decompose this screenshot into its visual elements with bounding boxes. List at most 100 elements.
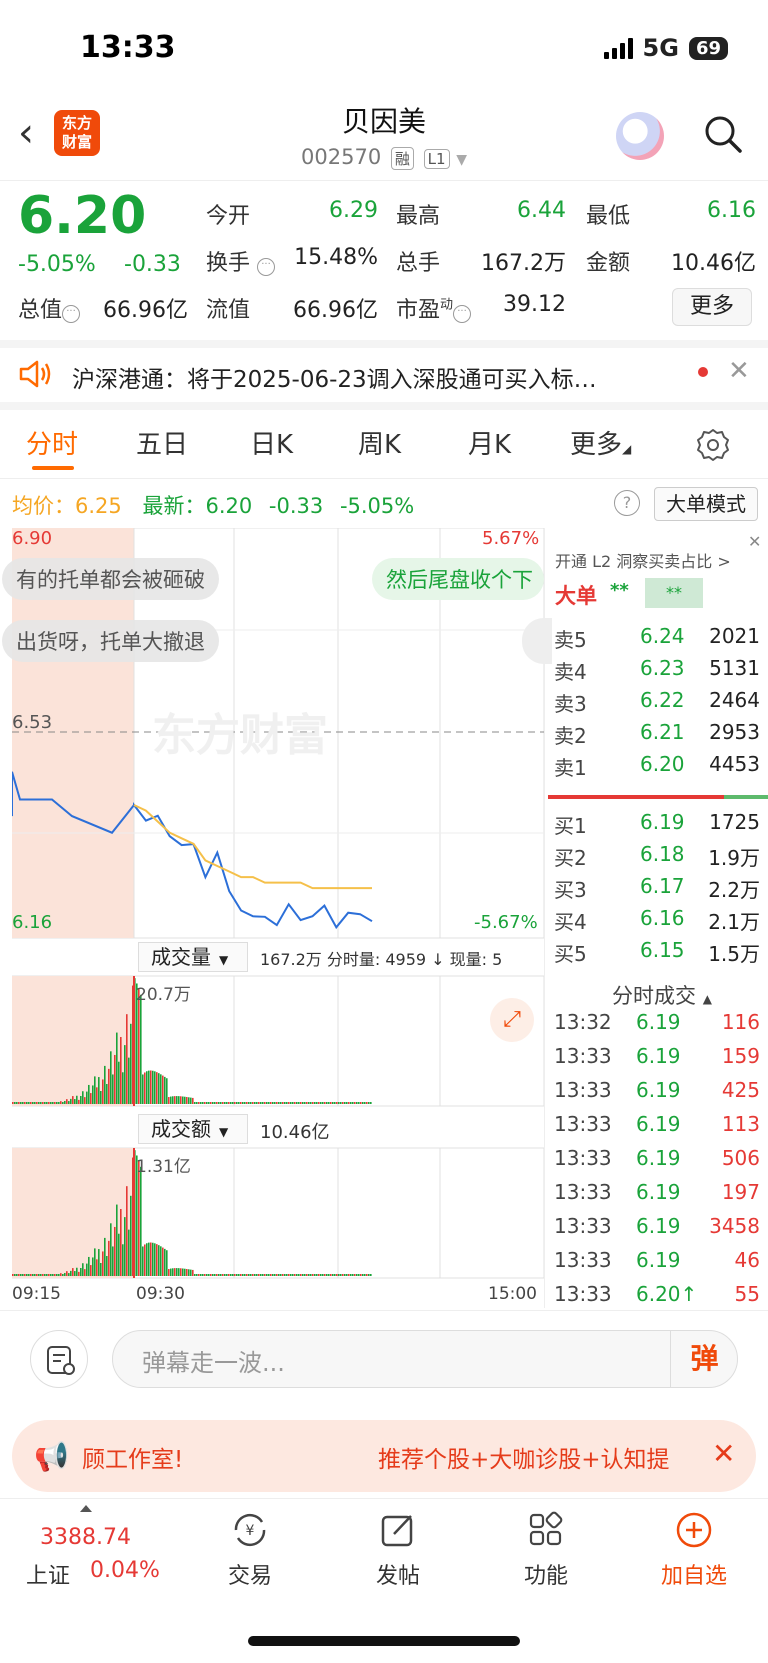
volume-bar xyxy=(250,1102,252,1104)
volume-bar xyxy=(152,1070,154,1104)
expand-icon[interactable]: ⤢ xyxy=(490,998,534,1042)
float-label: 流值 xyxy=(206,298,251,323)
volume-bar xyxy=(224,1274,226,1276)
promo-text-left[interactable]: 顾工作室! xyxy=(82,1440,183,1474)
gear-icon[interactable] xyxy=(696,428,730,462)
volume-bar xyxy=(234,1102,236,1104)
volume-bar xyxy=(228,1102,230,1104)
volume-bar xyxy=(356,1102,358,1104)
volume-bar xyxy=(72,1268,74,1276)
volume-bar xyxy=(68,1273,70,1276)
mktcap-label: 总值 ··· xyxy=(18,292,81,324)
trades-title[interactable]: 分时成交 ▲ xyxy=(612,980,712,1010)
index-value[interactable]: 3388.74 xyxy=(40,1525,131,1550)
volume-bar xyxy=(216,1274,218,1276)
volume-bar xyxy=(368,1102,370,1104)
l2-promo-link[interactable]: 开通 L2 洞察买卖占比 > xyxy=(555,548,731,572)
tab-day-k[interactable]: 日K xyxy=(250,424,293,461)
nav-functions[interactable]: 功能 xyxy=(496,1510,596,1590)
chevron-up-icon[interactable] xyxy=(80,1505,92,1512)
volume-bar xyxy=(340,1102,342,1104)
volume-bar xyxy=(110,1051,112,1104)
volume-bar xyxy=(92,1257,94,1276)
promo-text-right[interactable]: 推荐个股+大咖诊股+认知提 xyxy=(378,1440,670,1474)
volume-bar xyxy=(262,1274,264,1276)
volume-bar xyxy=(130,1023,132,1104)
notice-text[interactable]: 沪深港通：将于2025-06-23调入深股通可买入标… xyxy=(72,360,597,394)
volume-bar xyxy=(186,1268,188,1276)
big-order-mode-button[interactable]: 大单模式 xyxy=(654,487,758,521)
volume-bar xyxy=(334,1274,336,1276)
stock-code: 002570 xyxy=(301,145,382,169)
volume-bar xyxy=(308,1274,310,1276)
volume-bar xyxy=(366,1102,368,1104)
close-icon[interactable]: ✕ xyxy=(728,356,750,386)
danmu-send-button[interactable]: 弹 xyxy=(670,1330,738,1388)
volume-bar xyxy=(322,1102,324,1104)
close-icon[interactable]: ✕ xyxy=(712,1437,735,1470)
volume-bar xyxy=(304,1274,306,1276)
volume-bar xyxy=(272,1102,274,1104)
volume-bar xyxy=(346,1274,348,1276)
pct-bot-label: -5.67% xyxy=(474,912,538,933)
volume-bar xyxy=(362,1274,364,1276)
amount-info: 10.46亿 xyxy=(260,1122,330,1143)
volume-bar xyxy=(338,1102,340,1104)
amount-indicator-select[interactable]: 成交额 ▼ xyxy=(138,1114,248,1144)
volume-bar xyxy=(328,1102,330,1104)
open-label: 今开 xyxy=(206,204,251,229)
volume-bar xyxy=(268,1102,270,1104)
intraday-chart[interactable]: 东方财富 有的托单都会被砸破 出货呀，托单大撤退 然后尾盘收个下 6.90 6.… xyxy=(2,528,552,1304)
nav-post[interactable]: 发帖 xyxy=(348,1510,448,1590)
volume-bar xyxy=(90,1265,92,1276)
volume-bar xyxy=(318,1274,320,1276)
tab-five-day[interactable]: 五日 xyxy=(136,424,188,461)
volume-bar xyxy=(30,1274,32,1276)
volume-bar xyxy=(312,1102,314,1104)
trade-row: 13:33 6.19 3458 xyxy=(554,1214,760,1238)
bid-row: 买1 6.19 1725 xyxy=(554,810,760,838)
volume-bar xyxy=(140,994,142,1104)
volume-bar xyxy=(180,1096,182,1104)
volume-indicator-select[interactable]: 成交量 ▼ xyxy=(138,942,248,972)
volume-bar xyxy=(358,1274,360,1276)
volume-bar xyxy=(120,1037,122,1104)
volume-bar xyxy=(286,1102,288,1104)
chevron-down-icon[interactable]: ▼ xyxy=(456,152,467,168)
volume-bar xyxy=(348,1274,350,1276)
index-name[interactable]: 上证 xyxy=(26,1558,70,1590)
volume-bar xyxy=(220,1274,222,1276)
help-icon[interactable]: ? xyxy=(614,490,640,516)
volume-bar xyxy=(370,1274,372,1276)
comments-icon[interactable] xyxy=(30,1330,88,1388)
tab-month-k[interactable]: 月K xyxy=(468,424,511,461)
volume-bar xyxy=(58,1102,60,1104)
nav-add-watchlist[interactable]: 加自选 xyxy=(644,1510,744,1590)
volume-bar xyxy=(104,1237,106,1276)
volume-bar xyxy=(96,1259,98,1276)
volume-bar xyxy=(266,1102,268,1104)
nav-trade[interactable]: ¥ 交易 xyxy=(200,1510,300,1590)
status-indicators: 5G 69 xyxy=(603,34,728,62)
tab-more[interactable]: 更多◢ xyxy=(570,424,631,461)
volume-bar xyxy=(156,1072,158,1104)
tab-fenshi[interactable]: 分时 xyxy=(26,424,78,461)
volume-bar xyxy=(274,1274,276,1276)
volume-bar xyxy=(290,1102,292,1104)
search-icon[interactable] xyxy=(703,114,743,154)
volume-bar xyxy=(182,1096,184,1104)
volume-bar xyxy=(56,1102,58,1104)
volume-bar xyxy=(278,1274,280,1276)
volume-bar xyxy=(116,1032,118,1104)
more-button[interactable]: 更多 xyxy=(672,288,752,326)
volume-bar xyxy=(18,1274,20,1276)
volume-bar xyxy=(270,1102,272,1104)
robot-assistant-icon[interactable] xyxy=(616,112,664,160)
close-icon[interactable]: ✕ xyxy=(748,532,761,551)
volume-bar xyxy=(230,1274,232,1276)
volume-bar xyxy=(170,1096,172,1104)
index-percent[interactable]: 0.04% xyxy=(90,1558,160,1583)
high-value: 6.44 xyxy=(517,198,566,223)
tab-week-k[interactable]: 周K xyxy=(358,424,401,461)
volume-bar xyxy=(54,1102,56,1104)
